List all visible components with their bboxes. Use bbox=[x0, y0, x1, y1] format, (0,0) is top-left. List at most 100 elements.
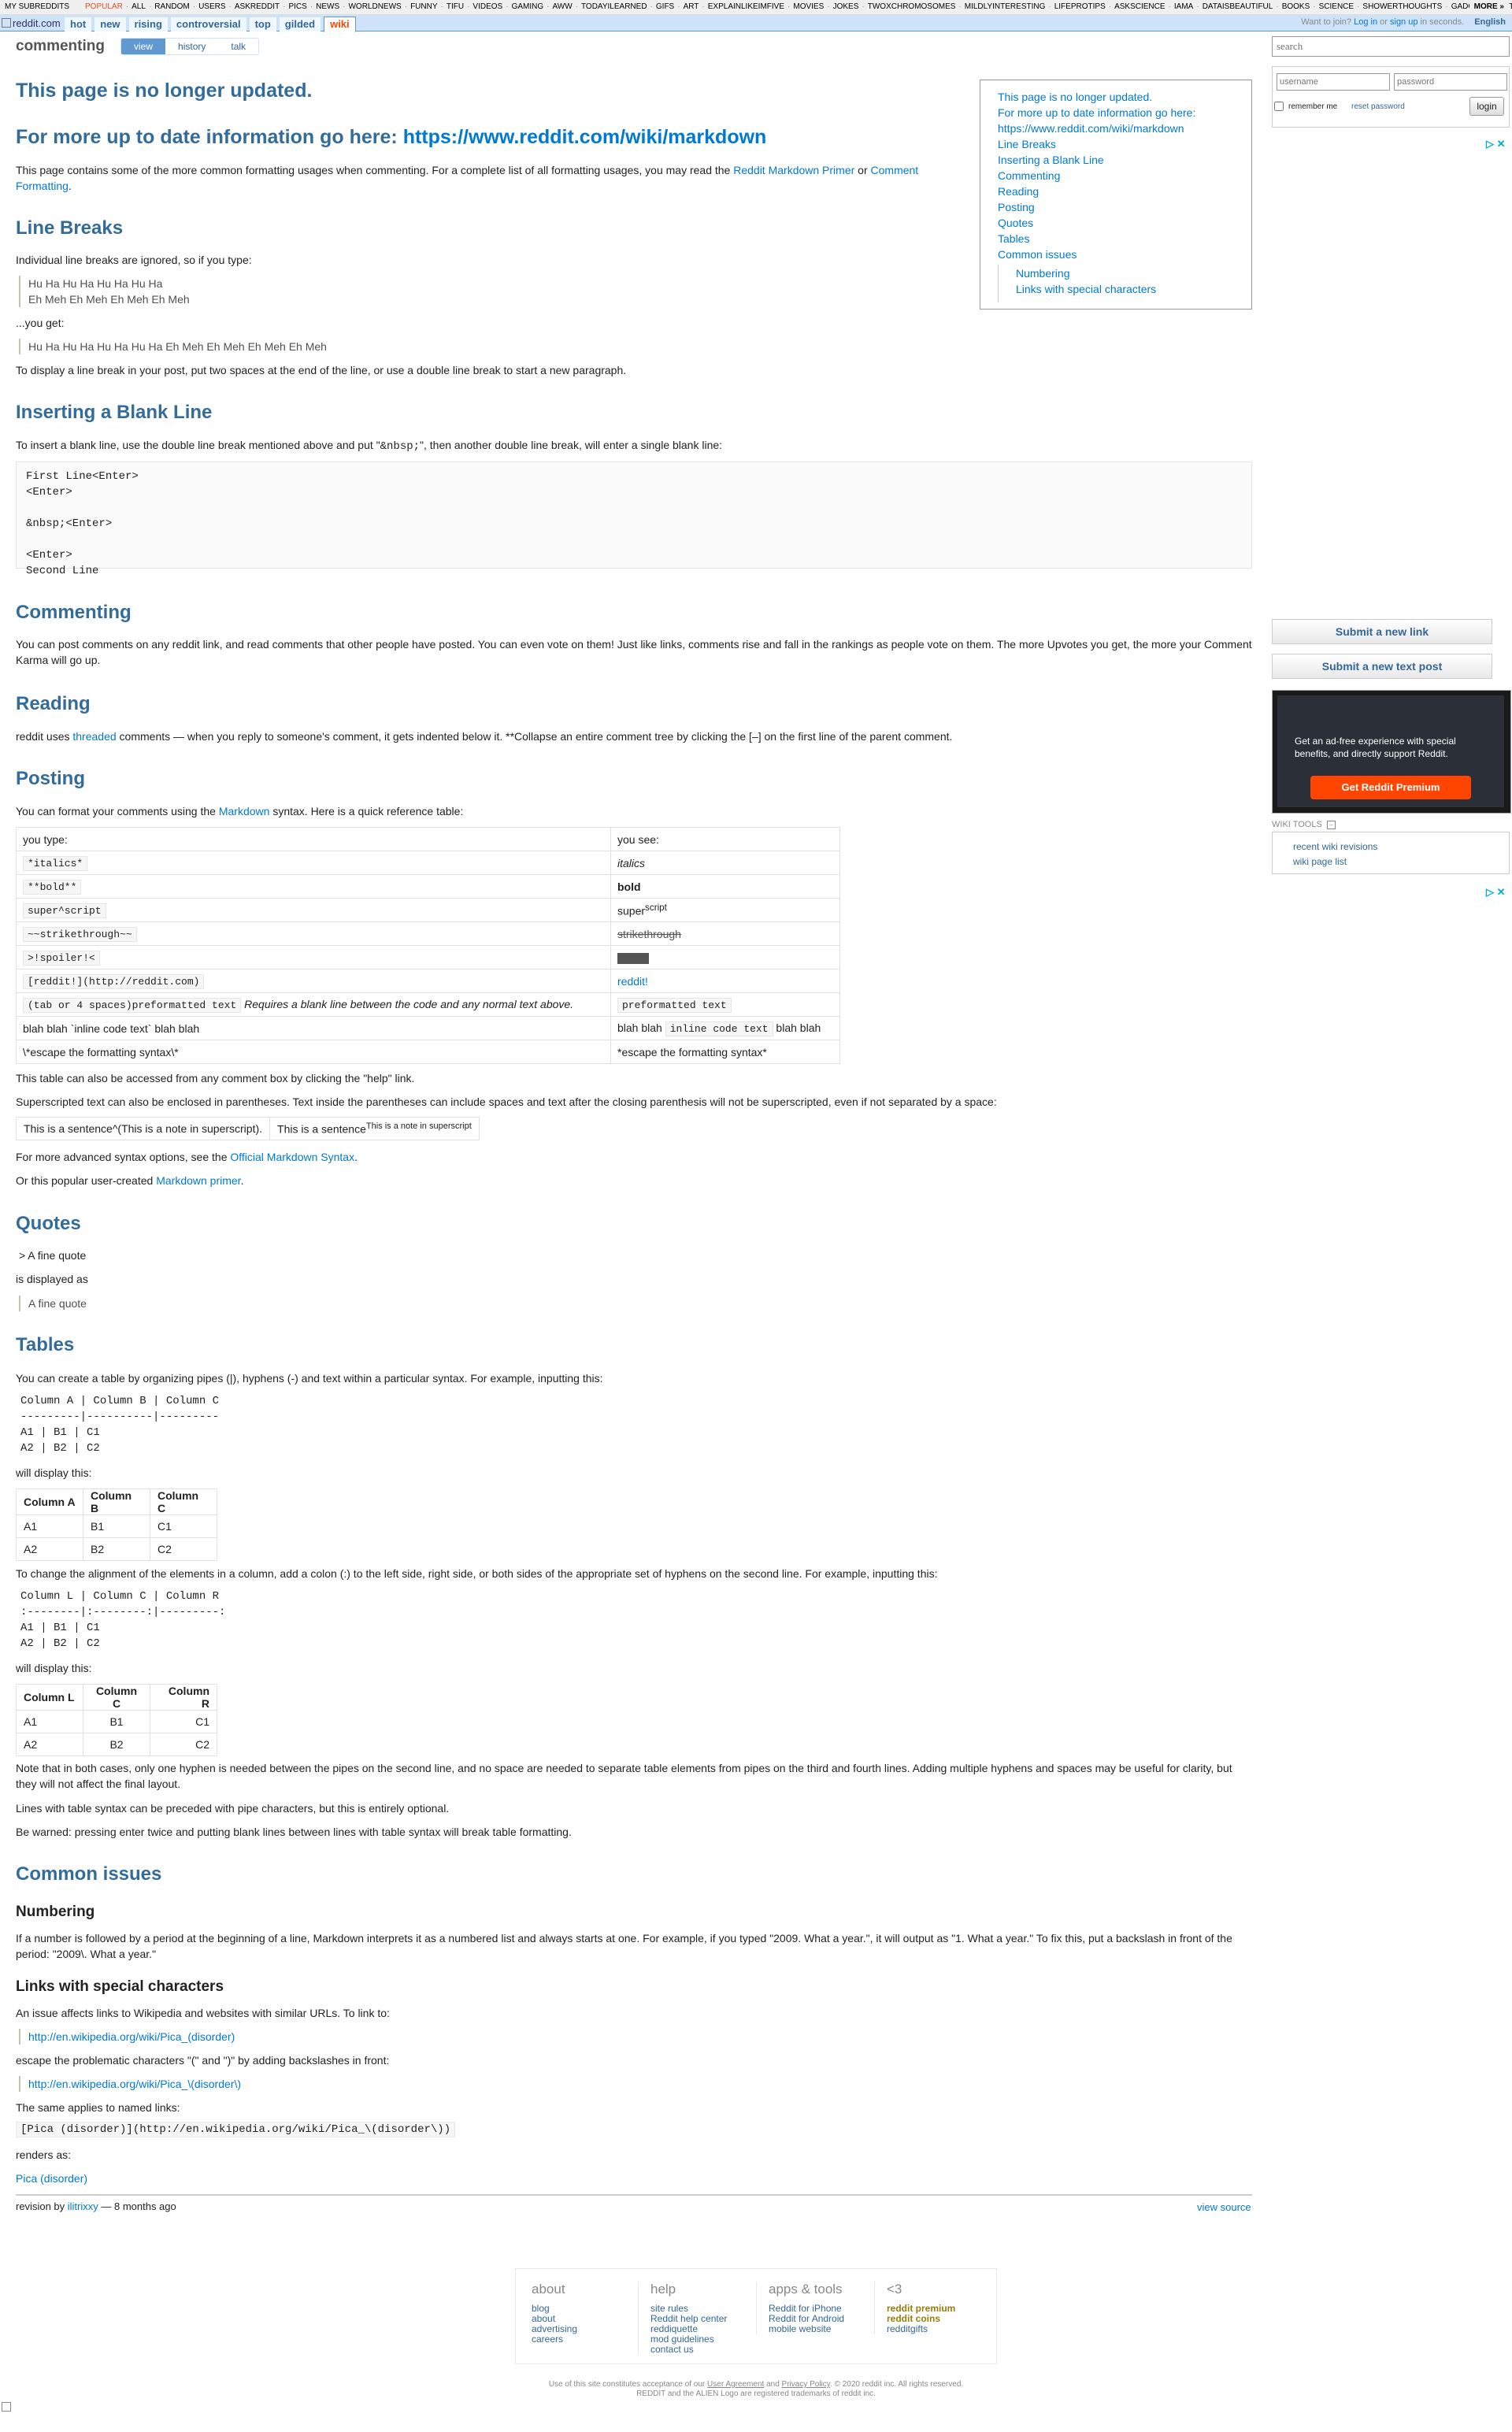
subreddit-link-gifs[interactable]: GIFS bbox=[656, 2, 674, 11]
revision-user-link[interactable]: ilitrixxy bbox=[68, 2200, 98, 2212]
toc-item[interactable]: Links with special characters bbox=[1016, 283, 1156, 295]
footer-link[interactable]: careers bbox=[532, 2334, 577, 2345]
toggle-icon[interactable]: – bbox=[1326, 821, 1336, 829]
tab-hot[interactable]: hot bbox=[65, 17, 92, 32]
username-field[interactable] bbox=[1277, 73, 1390, 91]
toc-item[interactable]: Tables bbox=[998, 232, 1029, 245]
tab-view[interactable]: view bbox=[121, 39, 166, 54]
subreddit-link-lifeprotips[interactable]: LIFEPROTIPS bbox=[1054, 2, 1106, 11]
separator: · bbox=[309, 2, 313, 11]
subreddit-link-users[interactable]: USERS bbox=[198, 2, 225, 11]
login-button[interactable]: login bbox=[1469, 97, 1504, 116]
tab-rising[interactable]: rising bbox=[128, 17, 168, 32]
subreddit-link-books[interactable]: BOOKS bbox=[1282, 2, 1310, 11]
toc-item[interactable]: https://www.reddit.com/wiki/markdown bbox=[998, 122, 1184, 135]
subreddit-link-pics[interactable]: PICS bbox=[288, 2, 306, 11]
search-input[interactable] bbox=[1272, 36, 1510, 57]
toc-item[interactable]: Numbering bbox=[1016, 267, 1069, 280]
password-field[interactable] bbox=[1394, 73, 1507, 91]
subreddit-link-aww[interactable]: AWW bbox=[552, 2, 572, 11]
get-premium-button[interactable]: Get Reddit Premium bbox=[1310, 776, 1471, 799]
subreddit-link-mildlyinteresting[interactable]: MILDLYINTERESTING bbox=[965, 2, 1046, 11]
markdown-link[interactable]: Markdown bbox=[219, 805, 270, 817]
subreddit-link-showerthoughts[interactable]: SHOWERTHOUGHTS bbox=[1362, 2, 1442, 11]
subreddit-link-twoxchromosomes[interactable]: TWOXCHROMOSOMES bbox=[868, 2, 956, 11]
wikipedia-link[interactable]: http://en.wikipedia.org/wiki/Pica_(disor… bbox=[28, 2030, 235, 2043]
more-subreddits-link[interactable]: MORE » bbox=[1469, 0, 1509, 14]
column-header: Column C bbox=[83, 1684, 150, 1711]
subreddit-link-worldnews[interactable]: WORLDNEWS bbox=[348, 2, 401, 11]
tab-talk[interactable]: talk bbox=[218, 39, 258, 54]
toc-item[interactable]: Reading bbox=[998, 185, 1039, 198]
threaded-link[interactable]: threaded bbox=[72, 730, 116, 743]
subreddit-link-random[interactable]: RANDOM bbox=[154, 2, 189, 11]
subreddit-link-all[interactable]: ALL bbox=[132, 2, 146, 11]
subreddit-link-iama[interactable]: IAMA bbox=[1174, 2, 1193, 11]
toc-item[interactable]: Posting bbox=[998, 201, 1035, 213]
remember-me-checkbox[interactable] bbox=[1274, 102, 1284, 111]
markdown-primer-link[interactable]: Reddit Markdown Primer bbox=[733, 164, 854, 176]
ad-choices-icon[interactable]: ▷ ✕ bbox=[1486, 886, 1506, 899]
reset-password-link[interactable]: reset password bbox=[1351, 102, 1405, 111]
toc-item[interactable]: Line Breaks bbox=[998, 138, 1056, 150]
revision-info: revision by ilitrixxy — 8 months ago bbox=[16, 2200, 176, 2212]
toc-item[interactable]: This page is no longer updated. bbox=[998, 91, 1152, 103]
wikipedia-escaped-link[interactable]: http://en.wikipedia.org/wiki/Pica_\(diso… bbox=[28, 2078, 241, 2090]
tab-top[interactable]: top bbox=[249, 17, 276, 32]
subreddit-link-videos[interactable]: VIDEOS bbox=[472, 2, 502, 11]
subreddit-link-dataisbeautiful[interactable]: DATAISBEAUTIFUL bbox=[1203, 2, 1273, 11]
toc-item[interactable]: Inserting a Blank Line bbox=[998, 154, 1104, 166]
footer-link[interactable]: redditgifts bbox=[887, 2324, 955, 2334]
ad-choices-icon[interactable]: ▷ ✕ bbox=[1486, 138, 1506, 150]
subreddit-link-movies[interactable]: MOVIES bbox=[793, 2, 824, 11]
toc-item[interactable]: For more up to date information go here: bbox=[998, 106, 1195, 119]
subreddit-link-news[interactable]: NEWS bbox=[316, 2, 339, 11]
spoiler-block[interactable] bbox=[617, 952, 649, 964]
view-source-link[interactable]: view source bbox=[1197, 2201, 1251, 2213]
signup-link[interactable]: sign up bbox=[1390, 17, 1418, 27]
subreddit-link-funny[interactable]: FUNNY bbox=[410, 2, 437, 11]
toc-item[interactable]: Common issues bbox=[998, 248, 1077, 261]
subreddit-link-tifu[interactable]: TIFU bbox=[447, 2, 464, 11]
tab-gilded[interactable]: gilded bbox=[279, 17, 321, 32]
reddit-link[interactable]: reddit! bbox=[617, 975, 648, 988]
submit-link-button[interactable]: Submit a new link bbox=[1272, 619, 1492, 644]
subreddit-link-jokes[interactable]: JOKES bbox=[833, 2, 859, 11]
login-link[interactable]: Log in bbox=[1354, 17, 1377, 27]
subreddit-link-askscience[interactable]: ASKSCIENCE bbox=[1114, 2, 1165, 11]
subreddit-link-explainlikeimfive[interactable]: EXPLAINLIKEIMFIVE bbox=[708, 2, 784, 11]
user-agreement-link[interactable]: User Agreement bbox=[707, 2380, 764, 2389]
official-markdown-syntax-link[interactable]: Official Markdown Syntax bbox=[230, 1151, 354, 1163]
privacy-policy-link[interactable]: Privacy Policy bbox=[782, 2380, 831, 2389]
tab-history[interactable]: history bbox=[165, 39, 218, 54]
footer-link[interactable]: contact us bbox=[650, 2345, 727, 2355]
recent-wiki-revisions-link[interactable]: recent wiki revisions bbox=[1293, 841, 1377, 852]
subreddit-link-gaming[interactable]: GAMING bbox=[512, 2, 544, 11]
superscript-example-table: This is a sentence^(This is a note in su… bbox=[15, 1117, 480, 1140]
separator: · bbox=[575, 2, 578, 11]
language-selector[interactable]: English bbox=[1474, 17, 1506, 27]
subreddit-link-science[interactable]: SCIENCE bbox=[1319, 2, 1354, 11]
pica-disorder-link[interactable]: Pica (disorder) bbox=[16, 2172, 87, 2185]
subreddit-link-popular[interactable]: POPULAR bbox=[85, 2, 123, 11]
submit-text-post-button[interactable]: Submit a new text post bbox=[1272, 654, 1492, 679]
subreddit-link-todayilearned[interactable]: TODAYILEARNED bbox=[581, 2, 647, 11]
footer-link[interactable]: mobile website bbox=[769, 2324, 844, 2334]
header-tabs: hot new rising controversial top gilded wiki bbox=[65, 17, 356, 32]
subreddit-link-art[interactable]: ART bbox=[684, 2, 699, 11]
tab-new[interactable]: new bbox=[94, 17, 126, 32]
toc-item[interactable]: Commenting bbox=[998, 169, 1060, 182]
toc-item[interactable]: Quotes bbox=[998, 217, 1033, 229]
separator: · bbox=[827, 2, 830, 11]
separator: · bbox=[1168, 2, 1171, 11]
reddit-logo[interactable]: reddit.com bbox=[2, 17, 61, 29]
legal-text: Use of this site constitutes acceptance … bbox=[548, 2380, 964, 2398]
user-bar: Want to join? Log in or sign up in secon… bbox=[1301, 17, 1506, 27]
markdown-primer-link-2[interactable]: Markdown primer bbox=[156, 1174, 240, 1187]
subreddit-link-askreddit[interactable]: ASKREDDIT bbox=[235, 2, 280, 11]
markdown-wiki-link[interactable]: https://www.reddit.com/wiki/markdown bbox=[403, 126, 767, 148]
tab-controversial[interactable]: controversial bbox=[170, 17, 246, 32]
tab-wiki[interactable]: wiki bbox=[324, 17, 356, 32]
my-subreddits-dropdown[interactable]: MY SUBREDDITS bbox=[5, 2, 69, 11]
wiki-page-list-link[interactable]: wiki page list bbox=[1293, 856, 1347, 867]
